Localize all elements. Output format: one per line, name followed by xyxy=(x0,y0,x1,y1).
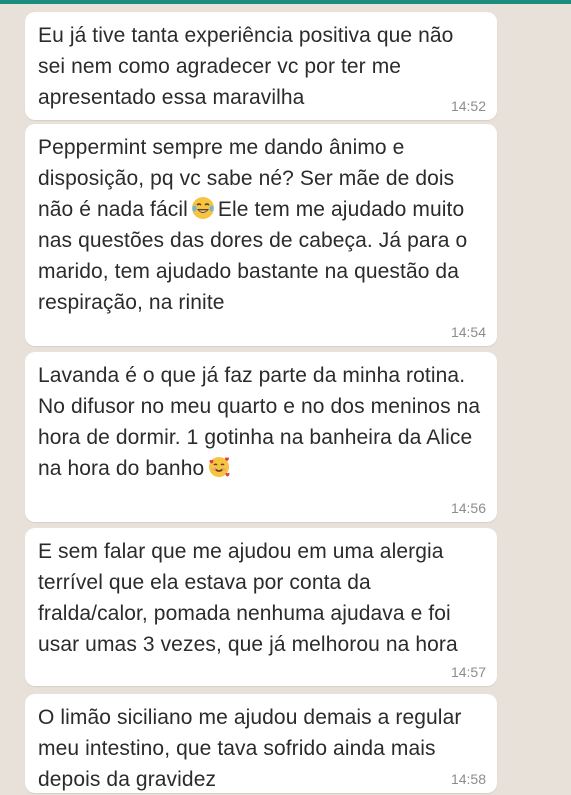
message-bubble[interactable]: Peppermint sempre me dando ânimo e dispo… xyxy=(25,124,497,346)
message-timestamp: 14:57 xyxy=(450,664,486,680)
message-text: Peppermint sempre me dando ânimo e dispo… xyxy=(38,132,485,318)
laughing-tears-emoji-icon xyxy=(191,197,214,219)
message-text-part: Lavanda é o que já faz parte da minha ro… xyxy=(38,364,481,480)
message-timestamp: 14:54 xyxy=(450,324,486,340)
message-timestamp: 14:56 xyxy=(450,500,486,516)
chat-conversation[interactable]: Eu já tive tanta experiência positiva qu… xyxy=(0,0,571,793)
message-text: Eu já tive tanta experiência positiva qu… xyxy=(38,24,454,109)
message-timestamp: 14:52 xyxy=(450,98,486,114)
message-bubble[interactable]: Eu já tive tanta experiência positiva qu… xyxy=(25,12,497,120)
message-bubble[interactable]: Lavanda é o que já faz parte da minha ro… xyxy=(25,352,497,522)
message-bubble[interactable]: O limão siciliano me ajudou demais a reg… xyxy=(25,694,497,793)
message-bubble[interactable]: E sem falar que me ajudou em uma alergia… xyxy=(25,528,497,686)
smiling-face-with-hearts-emoji-icon xyxy=(209,457,230,477)
message-text: O limão siciliano me ajudou demais a reg… xyxy=(38,706,462,791)
message-text: E sem falar que me ajudou em uma alergia… xyxy=(38,540,458,656)
message-timestamp: 14:58 xyxy=(450,771,486,787)
message-text: Lavanda é o que já faz parte da minha ro… xyxy=(38,360,485,484)
